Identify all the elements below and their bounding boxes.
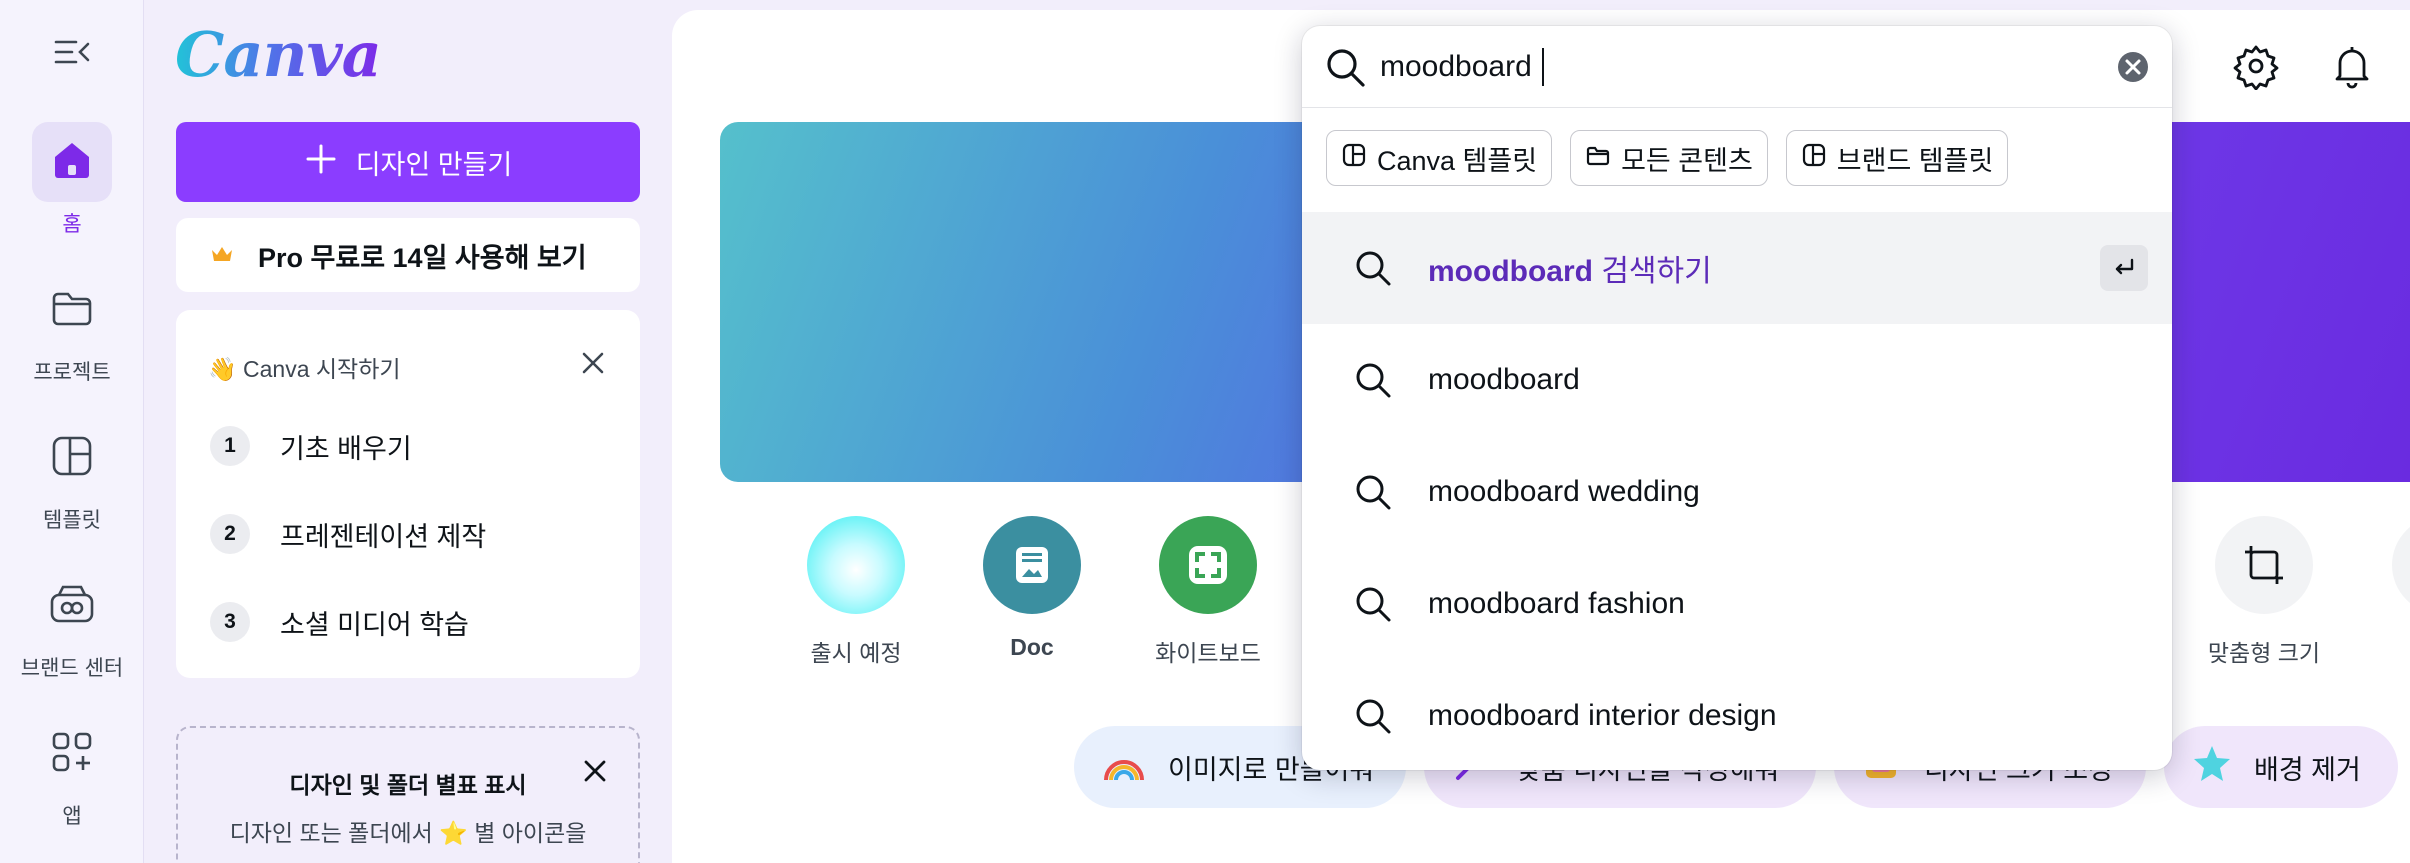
rail-item-label: 프로젝트 bbox=[33, 361, 111, 384]
search-icon bbox=[1322, 44, 1368, 90]
getting-started-card: 👋 Canva 시작하기 1 기초 배우기 2 프레젠테이션 제작 3 소셜 미… bbox=[176, 310, 640, 678]
enter-key-icon bbox=[2100, 245, 2148, 291]
search-icon bbox=[1352, 247, 1394, 289]
collapse-sidebar-icon[interactable] bbox=[50, 30, 94, 74]
rail-item-label: 브랜드 센터 bbox=[20, 657, 124, 680]
search-suggestion[interactable]: moodboard bbox=[1302, 324, 2172, 436]
rainbow-icon bbox=[1100, 744, 1148, 791]
chip-label: 모든 콘텐츠 bbox=[1621, 145, 1753, 176]
chip-label: 브랜드 템플릿 bbox=[1836, 145, 1994, 176]
folder-icon bbox=[1585, 142, 1611, 175]
rail-item-brand[interactable]: 브랜드 센터 bbox=[0, 566, 144, 682]
rail-item-home[interactable]: 홈 bbox=[0, 122, 144, 238]
home-icon bbox=[49, 137, 95, 188]
star-tip-line: 디자인 또는 폴더에서 ⭐ 별 아이콘을 bbox=[229, 820, 587, 846]
search-submit-suffix: 검색하기 bbox=[1593, 255, 1712, 288]
search-submit-row[interactable]: moodboard 검색하기 bbox=[1302, 212, 2172, 324]
apps-icon bbox=[49, 729, 95, 780]
chip-label: Canva 템플릿 bbox=[1377, 145, 1538, 176]
step-item[interactable]: 3 소셜 미디어 학습 bbox=[210, 602, 469, 642]
star-tip-title: 디자인 및 폴더 별표 표시 bbox=[289, 772, 527, 798]
search-suggestion[interactable]: moodboard wedding bbox=[1302, 436, 2172, 548]
search-icon bbox=[1352, 695, 1394, 737]
template-icon bbox=[48, 432, 96, 485]
search-bar bbox=[1302, 26, 2172, 108]
gear-icon[interactable] bbox=[2232, 42, 2280, 91]
rail-item-label: 템플릿 bbox=[43, 509, 101, 532]
bell-icon[interactable] bbox=[2328, 42, 2376, 90]
step-number: 1 bbox=[210, 426, 250, 466]
canva-logo[interactable]: Canva bbox=[175, 18, 382, 91]
shortcut-doc[interactable]: Doc bbox=[952, 516, 1112, 661]
resize-icon bbox=[2215, 516, 2313, 614]
step-label: 프레젠테이션 제작 bbox=[280, 521, 487, 552]
template-icon bbox=[1801, 142, 1827, 175]
rail-item-apps[interactable]: 앱 bbox=[0, 714, 144, 830]
suggestion-label: moodboard wedding bbox=[1428, 475, 1700, 508]
create-design-button[interactable]: 디자인 만들기 bbox=[176, 122, 640, 202]
more-shortcut-icon bbox=[2392, 516, 2410, 614]
star-tip-card: 디자인 및 폴더 별표 표시 디자인 또는 폴더에서 ⭐ 별 아이콘을 선택하여… bbox=[176, 726, 640, 863]
search-dropdown: Canva 템플릿 모든 콘텐츠 브랜드 템플릿 moodboard 검색하기 … bbox=[1302, 26, 2172, 770]
folder-icon bbox=[48, 284, 96, 337]
search-icon bbox=[1352, 359, 1394, 401]
chip-all-content[interactable]: 모든 콘텐츠 bbox=[1570, 130, 1768, 186]
template-icon bbox=[1341, 142, 1367, 175]
rail-item-projects[interactable]: 프로젝트 bbox=[0, 270, 144, 386]
step-number: 3 bbox=[210, 602, 250, 642]
step-item[interactable]: 1 기초 배우기 bbox=[210, 426, 412, 466]
search-suggestion[interactable]: moodboard interior design bbox=[1302, 660, 2172, 770]
search-icon bbox=[1352, 471, 1394, 513]
close-icon[interactable] bbox=[578, 348, 608, 378]
chip-canva-templates[interactable]: Canva 템플릿 bbox=[1326, 130, 1553, 186]
search-submit-query: moodboard bbox=[1428, 255, 1593, 288]
shortcut-label: 맞춤형 크기 bbox=[2207, 640, 2321, 666]
star-tip-line: 선택하여 가장 중요한 항목에 별도 표시하세요 bbox=[188, 854, 628, 863]
doc-icon bbox=[983, 516, 1081, 614]
rail-item-label: 앱 bbox=[62, 805, 82, 828]
crown-icon bbox=[210, 240, 234, 271]
pill-remove-background[interactable]: 배경 제거 bbox=[2164, 726, 2398, 808]
getting-started-title: 👋 Canva 시작하기 bbox=[208, 356, 401, 382]
step-label: 기초 배우기 bbox=[280, 433, 412, 464]
step-item[interactable]: 2 프레젠테이션 제작 bbox=[210, 514, 486, 554]
suggestion-label: moodboard interior design bbox=[1428, 699, 1777, 732]
pro-trial-button[interactable]: Pro 무료로 14일 사용해 보기 bbox=[176, 218, 640, 292]
chip-brand-templates[interactable]: 브랜드 템플릿 bbox=[1785, 130, 2009, 186]
shortcut-label: 출시 예정 bbox=[810, 640, 902, 666]
search-input[interactable] bbox=[1380, 40, 2080, 94]
whiteboard-icon bbox=[1159, 516, 1257, 614]
rail-item-templates[interactable]: 템플릿 bbox=[0, 418, 144, 534]
star-icon bbox=[2190, 742, 2234, 793]
shortcut-whiteboard[interactable]: 화이트보드 bbox=[1128, 516, 1288, 668]
shortcut-label: Doc bbox=[1010, 634, 1054, 660]
clear-search-icon[interactable] bbox=[2116, 50, 2150, 84]
rail-item-label: 홈 bbox=[62, 213, 82, 236]
shortcut-coming-soon[interactable]: 출시 예정 bbox=[776, 516, 936, 668]
step-label: 소셜 미디어 학습 bbox=[280, 609, 469, 640]
search-filter-chips: Canva 템플릿 모든 콘텐츠 브랜드 템플릿 bbox=[1326, 130, 2009, 186]
text-caret bbox=[1542, 48, 1544, 86]
shortcut-custom-size[interactable]: 맞춤형 크기 bbox=[2184, 516, 2344, 668]
pro-trial-label: Pro 무료로 14일 사용해 보기 bbox=[258, 242, 587, 273]
shortcut-label: 화이트보드 bbox=[1155, 640, 1261, 666]
search-icon bbox=[1352, 583, 1394, 625]
brand-kit-icon bbox=[47, 579, 97, 634]
close-icon[interactable] bbox=[580, 756, 610, 786]
shortcut-more[interactable] bbox=[2330, 516, 2410, 614]
star-tip-body: 디자인 또는 폴더에서 ⭐ 별 아이콘을 선택하여 가장 중요한 항목에 별도 … bbox=[188, 812, 628, 863]
step-number: 2 bbox=[210, 514, 250, 554]
suggestion-label: moodboard fashion bbox=[1428, 587, 1685, 620]
create-design-label: 디자인 만들기 bbox=[355, 149, 513, 180]
pill-label: 배경 제거 bbox=[2254, 754, 2361, 785]
plus-icon bbox=[304, 142, 338, 183]
left-rail: 홈 프로젝트 템플릿 브랜드 센터 앱 bbox=[0, 0, 144, 863]
search-submit-label: moodboard 검색하기 bbox=[1428, 246, 1712, 290]
suggestion-label: moodboard bbox=[1428, 363, 1580, 396]
search-suggestion[interactable]: moodboard fashion bbox=[1302, 548, 2172, 660]
orb-icon bbox=[807, 516, 905, 614]
